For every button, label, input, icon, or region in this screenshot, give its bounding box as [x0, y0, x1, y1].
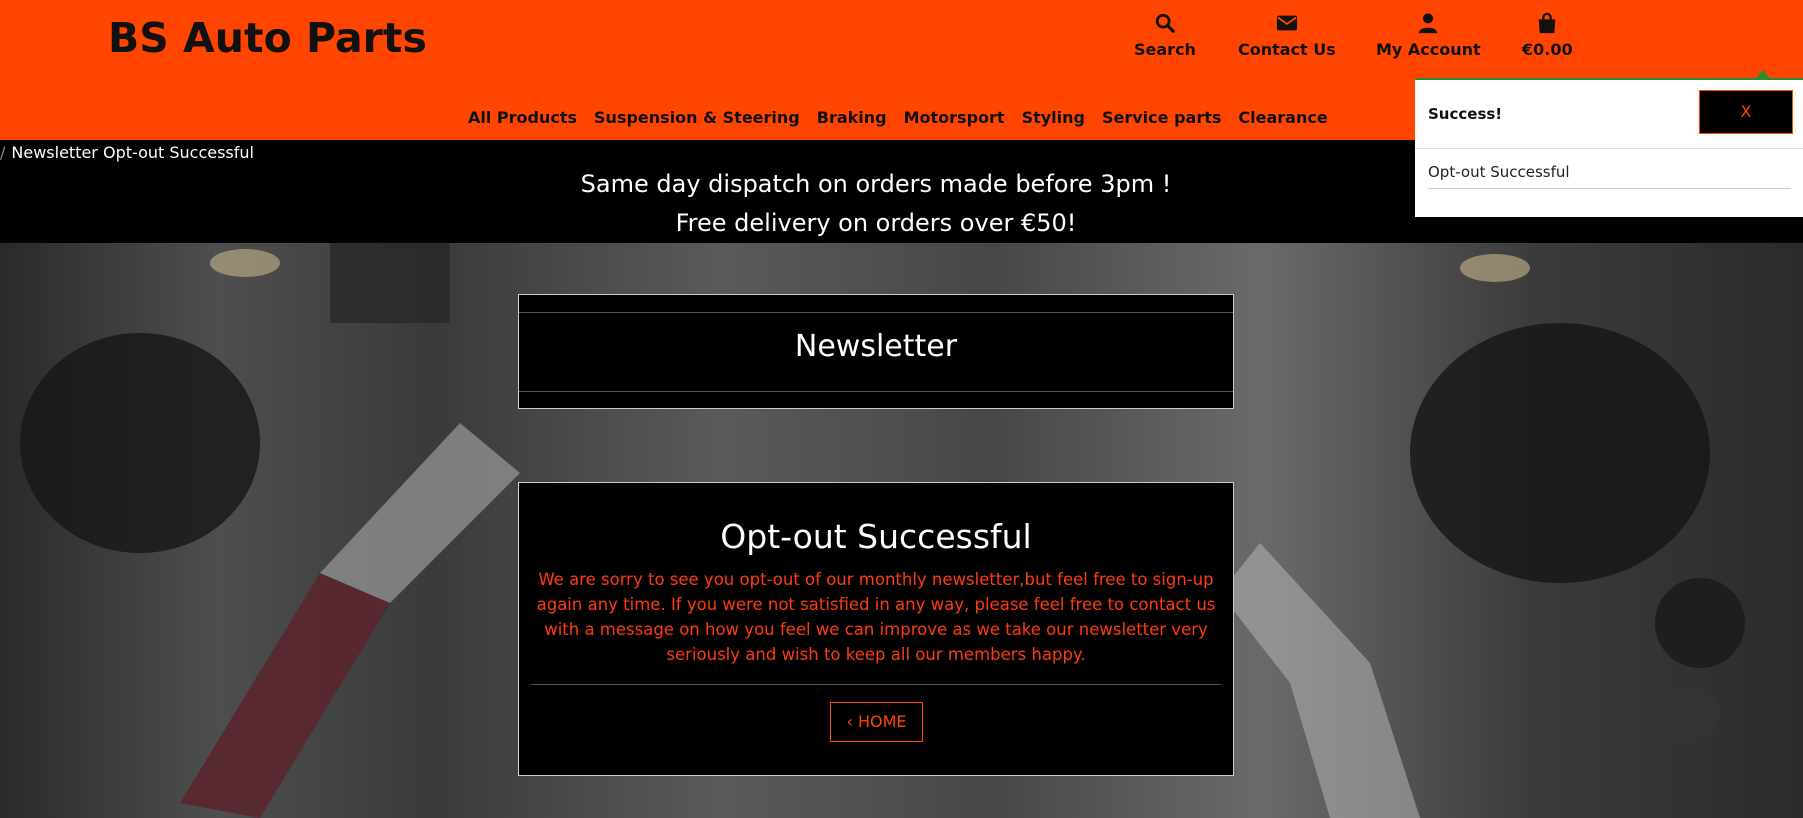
contact-link[interactable]: Contact Us: [1238, 12, 1336, 59]
toast-message: Opt-out Successful: [1428, 163, 1570, 181]
breadcrumb-current: Newsletter Opt-out Successful: [11, 143, 254, 162]
home-button[interactable]: ‹ HOME: [830, 702, 923, 742]
breadcrumb: / Newsletter Opt-out Successful: [0, 143, 254, 162]
nav-braking[interactable]: Braking: [817, 108, 887, 127]
home-button-label: HOME: [857, 712, 907, 731]
optout-divider: [531, 684, 1221, 685]
account-label: My Account: [1376, 40, 1481, 59]
toast-message-underline: [1428, 188, 1791, 189]
account-link[interactable]: My Account: [1376, 12, 1481, 59]
search-icon: [1155, 13, 1175, 33]
newsletter-card-bottom-rule: [519, 391, 1233, 392]
breadcrumb-separator: /: [0, 143, 6, 162]
nav-clearance[interactable]: Clearance: [1238, 108, 1327, 127]
user-icon: [1419, 13, 1438, 34]
toast-title: Success!: [1428, 105, 1503, 123]
contact-label: Contact Us: [1238, 40, 1336, 59]
toast-arrow: [1755, 70, 1771, 79]
nav-styling[interactable]: Styling: [1022, 108, 1085, 127]
shopping-bag-icon: [1539, 12, 1556, 34]
newsletter-card-top-rule: [519, 312, 1233, 313]
nav-motorsport[interactable]: Motorsport: [904, 108, 1005, 127]
envelope-icon: [1276, 15, 1297, 31]
chevron-left-icon: ‹: [846, 712, 853, 731]
search-label: Search: [1134, 40, 1196, 59]
nav-all-products[interactable]: All Products: [468, 108, 577, 127]
success-toast: Success! X Opt-out Successful: [1415, 70, 1803, 217]
toast-divider: [1415, 148, 1803, 149]
optout-message: We are sorry to see you opt-out of our m…: [536, 570, 1216, 664]
newsletter-card: Newsletter: [518, 294, 1234, 409]
cart-total: €0.00: [1522, 40, 1573, 59]
nav-suspension-steering[interactable]: Suspension & Steering: [594, 108, 800, 127]
cart-link[interactable]: €0.00: [1522, 12, 1573, 59]
optout-title: Opt-out Successful: [720, 517, 1032, 556]
brand-logo[interactable]: BS Auto Parts: [108, 14, 427, 62]
toast-close-button[interactable]: X: [1699, 90, 1793, 134]
main-navigation: All Products Suspension & Steering Braki…: [468, 108, 1345, 127]
newsletter-title: Newsletter: [794, 329, 958, 364]
search-link[interactable]: Search: [1134, 12, 1196, 59]
nav-service-parts[interactable]: Service parts: [1102, 108, 1221, 127]
optout-card: Opt-out Successful We are sorry to see y…: [518, 482, 1234, 776]
